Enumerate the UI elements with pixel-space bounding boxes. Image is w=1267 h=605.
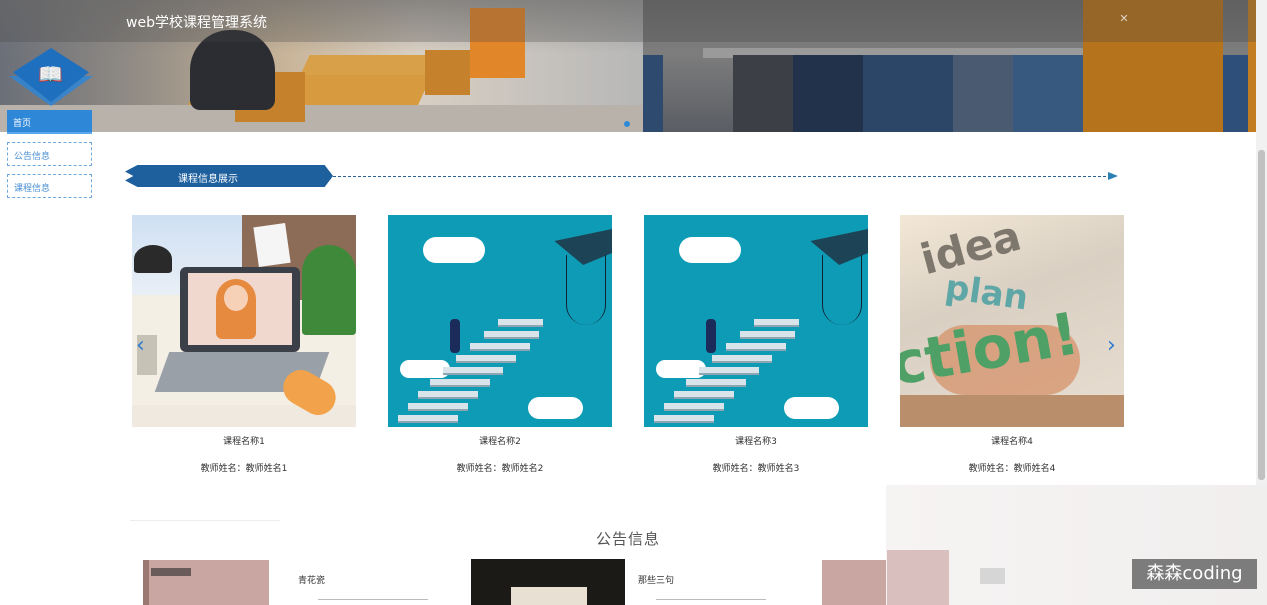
notice-title[interactable]: 那些三句 xyxy=(638,573,674,586)
carousel-dot-active[interactable] xyxy=(624,121,630,127)
scrollbar-thumb[interactable] xyxy=(1258,150,1265,480)
course-name[interactable]: 课程名称1 xyxy=(132,434,356,447)
site-title: web学校课程管理系统 xyxy=(126,15,267,31)
notice-section-title: 公告信息 xyxy=(596,530,661,548)
course-name[interactable]: 课程名称2 xyxy=(388,434,612,447)
carousel-next-icon[interactable]: › xyxy=(1107,335,1116,357)
notice-image[interactable] xyxy=(471,559,625,605)
divider-arrow-icon xyxy=(1108,172,1118,180)
course-card[interactable]: 课程名称1 教师姓名：教师姓名1 xyxy=(132,215,356,474)
section-divider xyxy=(333,176,1111,177)
course-image[interactable]: idea plan ction! xyxy=(900,215,1124,427)
carousel-prev-icon[interactable]: ‹ xyxy=(136,335,145,357)
notice-summary xyxy=(318,599,428,600)
notice-image[interactable] xyxy=(143,560,269,605)
section-title: 课程信息展示 xyxy=(178,174,238,185)
course-image[interactable] xyxy=(132,215,356,427)
notice-title[interactable]: 青花瓷 xyxy=(298,573,325,586)
course-card[interactable]: idea plan ction! 课程名称4 教师姓名：教师姓名4 xyxy=(900,215,1124,474)
sidebar-item-course[interactable]: 课程信息 xyxy=(7,174,92,198)
course-name[interactable]: 课程名称3 xyxy=(644,434,868,447)
book-icon: 📖 xyxy=(38,62,63,86)
notice-image[interactable] xyxy=(822,560,886,605)
teacher-name: 教师姓名：教师姓名3 xyxy=(712,464,800,474)
divider xyxy=(130,520,280,521)
notice-summary xyxy=(656,599,766,600)
site-logo[interactable]: 📖 xyxy=(3,48,99,108)
course-image[interactable] xyxy=(388,215,612,427)
banner-carousel[interactable]: web学校课程管理系统 ✕ xyxy=(0,0,1256,132)
teacher-name: 教师姓名：教师姓名1 xyxy=(200,464,288,474)
teacher-name: 教师姓名：教师姓名2 xyxy=(456,464,544,474)
course-image[interactable] xyxy=(644,215,868,427)
teacher-name: 教师姓名：教师姓名4 xyxy=(968,464,1056,474)
course-card[interactable]: 课程名称2 教师姓名：教师姓名2 xyxy=(388,215,612,474)
course-card[interactable]: 课程名称3 教师姓名：教师姓名3 xyxy=(644,215,868,474)
close-icon[interactable]: ✕ xyxy=(1118,13,1130,25)
course-name[interactable]: 课程名称4 xyxy=(900,434,1124,447)
overlay-block xyxy=(980,568,1005,584)
sidebar-item-notice[interactable]: 公告信息 xyxy=(7,142,92,166)
watermark: 森森coding xyxy=(1132,559,1257,589)
sidebar-item-home[interactable]: 首页 xyxy=(7,110,92,134)
overlay-image xyxy=(887,550,949,605)
